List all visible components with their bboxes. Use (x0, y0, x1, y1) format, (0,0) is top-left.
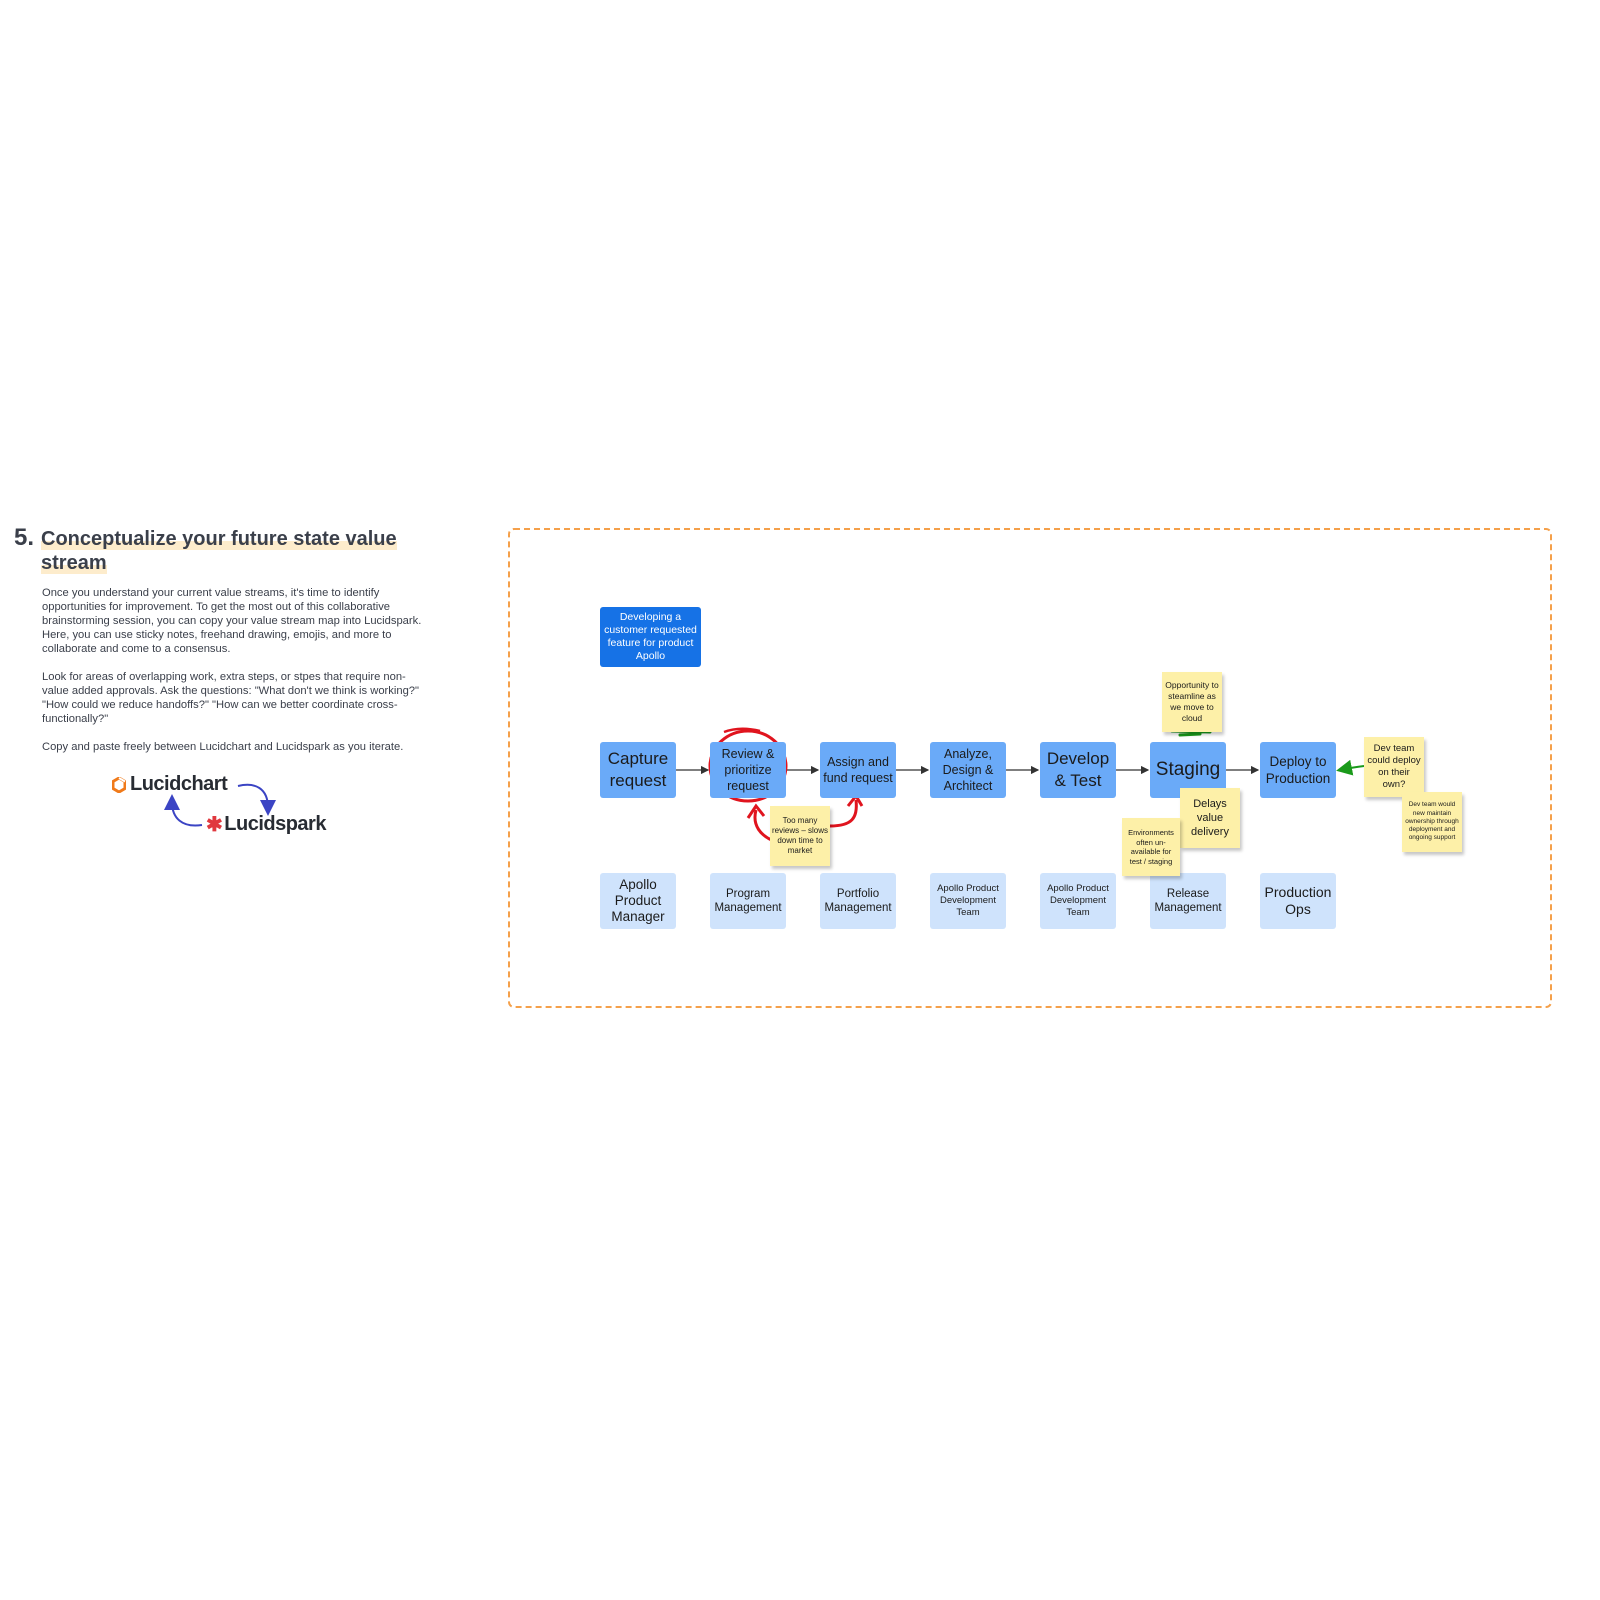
sticky-note-ownership[interactable]: Dev team would new maintain ownership th… (1402, 792, 1462, 852)
process-step-develop-test[interactable]: Develop & Test (1040, 742, 1116, 798)
lucidspark-logo: ✱ Lucidspark (206, 812, 326, 837)
lucidchart-logo: Lucidchart (112, 773, 228, 796)
sticky-note-cloud[interactable]: Opportunity to steamline as we move to c… (1162, 672, 1222, 732)
section-title: Conceptualize your future state value st… (41, 527, 411, 575)
lucidspark-label: Lucidspark (224, 813, 326, 835)
actor-program-management[interactable]: Program Management (710, 873, 786, 929)
process-step-deploy[interactable]: Deploy to Production (1260, 742, 1336, 798)
description-paragraph: Copy and paste freely between Lucidchart… (42, 741, 404, 753)
sticky-note-dev-deploy[interactable]: Dev team could deploy on their own? (1364, 737, 1424, 797)
actor-apollo-product-manager[interactable]: Apollo Product Manager (600, 873, 676, 929)
process-step-capture-request[interactable]: Capture request (600, 742, 676, 798)
value-stream-header[interactable]: Developing a customer requested feature … (600, 607, 701, 667)
actor-production-ops[interactable]: Production Ops (1260, 873, 1336, 929)
actor-apollo-dev-team[interactable]: Apollo Product Development Team (930, 873, 1006, 929)
sticky-note-delays[interactable]: Delays value delivery (1180, 788, 1240, 848)
sticky-note-environments[interactable]: Environments often un-available for test… (1122, 818, 1180, 876)
process-step-assign-fund[interactable]: Assign and fund request (820, 742, 896, 798)
actor-portfolio-management[interactable]: Portfolio Management (820, 873, 896, 929)
lucidspark-icon: ✱ (206, 814, 223, 836)
lucidchart-label: Lucidchart (130, 773, 228, 795)
sticky-note-reviews[interactable]: Too many reviews – slows down time to ma… (770, 806, 830, 866)
actor-release-management[interactable]: Release Management (1150, 873, 1226, 929)
section-description: Once you understand your current value s… (42, 586, 432, 768)
process-step-analyze-design[interactable]: Analyze, Design & Architect (930, 742, 1006, 798)
product-logos: Lucidchart ✱ Lucidspark (110, 770, 350, 840)
description-paragraph: Once you understand your current value s… (42, 587, 422, 655)
process-step-review-prioritize[interactable]: Review & prioritize request (710, 742, 786, 798)
actor-apollo-dev-team[interactable]: Apollo Product Development Team (1040, 873, 1116, 929)
description-paragraph: Look for areas of overlapping work, extr… (42, 671, 419, 725)
section-title-text: Conceptualize your future state value st… (41, 528, 397, 574)
lucidchart-icon (112, 776, 126, 793)
step-number: 5. (14, 524, 35, 551)
